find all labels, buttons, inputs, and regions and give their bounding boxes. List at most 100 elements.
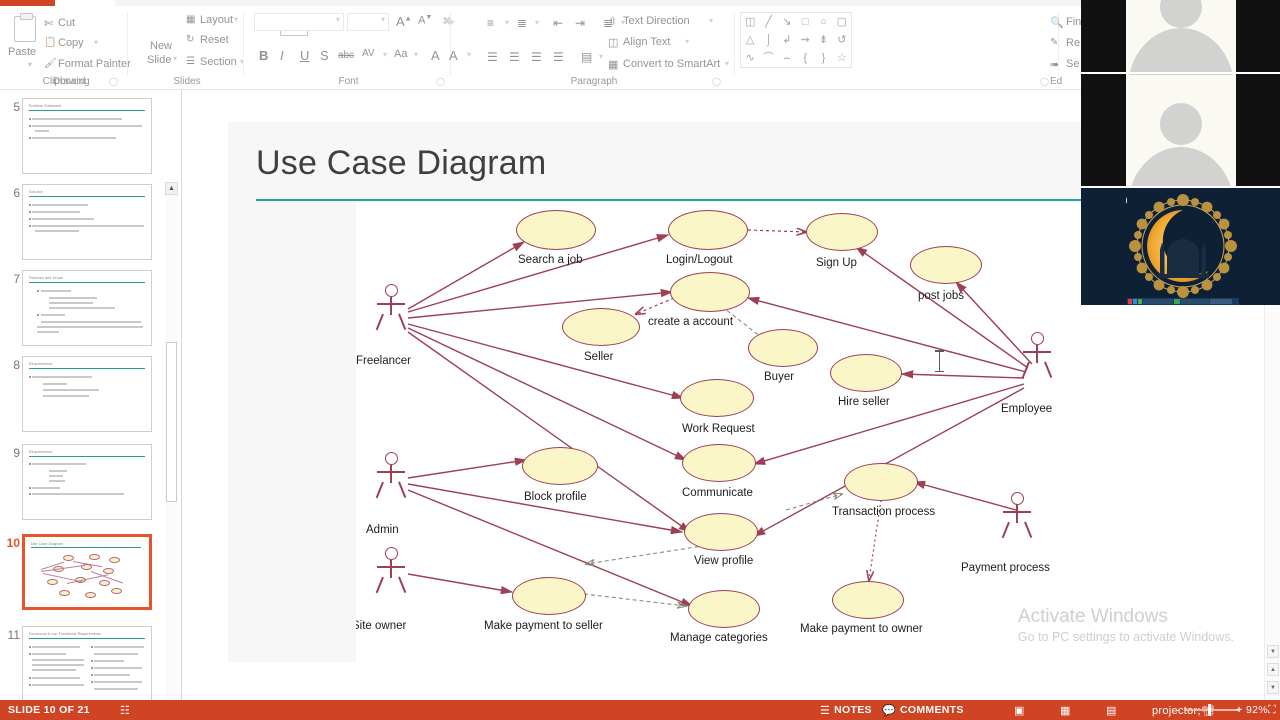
bullets-dropdown-icon[interactable]: ▾ bbox=[505, 18, 509, 27]
align-text-icon[interactable]: ◫ bbox=[608, 36, 618, 49]
next-slide-button[interactable]: ▼ bbox=[1267, 681, 1279, 694]
use-case-view-profile[interactable] bbox=[684, 513, 758, 551]
notes-button[interactable]: ☰ NOTES bbox=[820, 700, 872, 720]
shape-down-arrow-icon[interactable]: ⇟ bbox=[814, 31, 832, 49]
font-size-combo[interactable] bbox=[347, 13, 389, 31]
shape-right-arrow-icon[interactable]: ⇝ bbox=[796, 31, 814, 49]
align-text-dropdown-icon[interactable]: ▾ bbox=[685, 37, 689, 46]
actor-employee[interactable] bbox=[1020, 332, 1054, 382]
layout-dropdown-icon[interactable]: ▾ bbox=[234, 15, 238, 24]
shape-line-icon[interactable]: ╱ bbox=[759, 13, 777, 31]
text-direction-icon[interactable]: ⇳ bbox=[608, 15, 617, 28]
convert-smartart-dropdown-icon[interactable]: ▾ bbox=[725, 59, 729, 68]
character-spacing-dropdown-icon[interactable]: ▾ bbox=[383, 50, 387, 59]
reset-icon[interactable]: ↻ bbox=[186, 34, 194, 45]
use-case-hire-seller[interactable] bbox=[830, 354, 902, 392]
video-tile-1[interactable] bbox=[1081, 0, 1280, 75]
actor-payment-process[interactable] bbox=[1000, 492, 1034, 542]
previous-slide-button[interactable]: ▲ bbox=[1267, 663, 1279, 676]
thumbnail-scroll-up-button[interactable]: ▲ bbox=[165, 182, 178, 195]
font-color-swatch-icon[interactable]: A bbox=[449, 48, 458, 63]
copy-button[interactable]: Copy bbox=[58, 37, 84, 49]
layout-button[interactable]: Layout bbox=[200, 14, 233, 26]
use-case-make-payment-to-seller[interactable] bbox=[512, 577, 586, 615]
video-tile-2[interactable] bbox=[1081, 75, 1280, 188]
zoom-slider-handle[interactable] bbox=[1208, 704, 1211, 716]
section-button[interactable]: Section bbox=[200, 56, 237, 68]
select-button[interactable]: Se bbox=[1066, 58, 1079, 70]
text-direction-dropdown-icon[interactable]: ▾ bbox=[709, 16, 713, 25]
video-tile-3[interactable]: ☾ bbox=[1081, 188, 1280, 305]
slide-scroll-down-button[interactable]: ▼ bbox=[1267, 645, 1279, 658]
view-normal-button[interactable]: ▣ bbox=[1014, 700, 1025, 720]
shape-rectangle-icon[interactable]: □ bbox=[796, 13, 814, 31]
shape-textbox-icon[interactable]: ◫ bbox=[741, 13, 759, 31]
copy-dropdown-icon[interactable]: ▾ bbox=[94, 38, 98, 47]
cut-icon[interactable]: ✄ bbox=[44, 17, 53, 30]
numbering-button[interactable]: ≣ bbox=[517, 16, 527, 30]
align-center-button[interactable]: ☰ bbox=[509, 50, 520, 64]
shape-triangle-icon[interactable]: △ bbox=[741, 31, 759, 49]
actor-admin[interactable] bbox=[374, 452, 408, 502]
use-case-login-logout[interactable] bbox=[668, 210, 748, 250]
increase-indent-button[interactable]: ⇥ bbox=[575, 16, 585, 30]
use-case-manage-categories[interactable] bbox=[688, 590, 760, 628]
shape-curved-arrow-icon[interactable]: ↺ bbox=[833, 31, 851, 49]
replace-button[interactable]: Re bbox=[1066, 37, 1080, 49]
change-case-button[interactable]: Aa bbox=[394, 48, 407, 60]
shrink-font-button[interactable]: A▼ bbox=[418, 14, 432, 27]
shape-right-brace-icon[interactable]: } bbox=[814, 49, 832, 67]
use-case-seller[interactable] bbox=[562, 308, 640, 346]
paste-dropdown-icon[interactable]: ▾ bbox=[28, 60, 32, 69]
decrease-indent-button[interactable]: ⇤ bbox=[553, 16, 563, 30]
font-color-dropdown-icon[interactable]: ▾ bbox=[467, 50, 471, 59]
thumbnail-pane-scrollbar[interactable]: ▲ ▼ bbox=[165, 182, 178, 700]
new-slide-button[interactable]: New bbox=[150, 40, 172, 52]
shape-elbow-icon[interactable]: ⌡ bbox=[759, 31, 777, 49]
shape-left-brace-icon[interactable]: { bbox=[796, 49, 814, 67]
use-case-work-request[interactable] bbox=[680, 379, 754, 417]
underline-button[interactable]: U bbox=[300, 48, 309, 63]
shape-scribble-icon[interactable]: ∿ bbox=[741, 49, 759, 67]
use-case-buyer[interactable] bbox=[748, 329, 818, 367]
page-title[interactable]: Use Case Diagram bbox=[256, 144, 546, 183]
align-right-button[interactable]: ☰ bbox=[531, 50, 542, 64]
thumbnail-scrollbar-thumb[interactable] bbox=[166, 342, 177, 502]
highlight-icon[interactable]: ✦ bbox=[447, 16, 456, 29]
text-shadow-button[interactable]: S bbox=[320, 48, 329, 63]
layout-icon[interactable]: ▦ bbox=[186, 14, 195, 25]
shape-elbow-arrow-icon[interactable]: ↲ bbox=[778, 31, 796, 49]
view-reading-button[interactable]: ▤ bbox=[1106, 700, 1117, 720]
convert-to-smartart-icon[interactable]: ▦ bbox=[608, 58, 618, 71]
columns-button[interactable]: ▤ bbox=[581, 50, 592, 64]
character-spacing-button[interactable]: AV bbox=[362, 48, 375, 59]
shape-star-icon[interactable]: ☆ bbox=[833, 49, 851, 67]
paragraph-dialog-launcher[interactable]: ◯ bbox=[712, 77, 721, 86]
new-slide-button-2[interactable]: Slide bbox=[147, 54, 171, 66]
copy-icon[interactable]: 📋 bbox=[44, 37, 56, 48]
numbering-dropdown-icon[interactable]: ▾ bbox=[535, 18, 539, 27]
replace-icon[interactable]: ✎ bbox=[1050, 37, 1058, 48]
use-case-block-profile[interactable] bbox=[522, 447, 598, 485]
shape-oval-icon[interactable]: ○ bbox=[814, 13, 832, 31]
use-case-sign-up[interactable] bbox=[806, 213, 878, 251]
select-icon[interactable]: ➠ bbox=[1050, 58, 1059, 71]
new-slide-dropdown-icon[interactable]: ▾ bbox=[173, 54, 177, 63]
strikethrough-button[interactable]: abc bbox=[338, 50, 354, 61]
shape-rounded-rect-icon[interactable]: ▢ bbox=[833, 13, 851, 31]
font-name-combo[interactable] bbox=[254, 13, 344, 31]
use-case-transaction-process[interactable] bbox=[844, 463, 918, 501]
align-text-button[interactable]: Align Text bbox=[623, 36, 671, 48]
section-icon[interactable]: ☰ bbox=[186, 56, 195, 67]
view-slide-sorter-button[interactable]: ▦ bbox=[1060, 700, 1071, 720]
zoom-out-button[interactable]: - bbox=[1176, 700, 1180, 720]
bullets-button[interactable]: ≡ bbox=[487, 16, 494, 30]
shapes-gallery[interactable]: ◫ ╱ ↘ □ ○ ▢ △ ⌡ ↲ ⇝ ⇟ ↺ ∿ ⌒ ⌢ { } ☆ bbox=[740, 12, 852, 68]
paste-button[interactable]: Paste bbox=[8, 46, 36, 58]
columns-dropdown-icon[interactable]: ▾ bbox=[599, 52, 603, 61]
comments-button[interactable]: 💬 COMMENTS bbox=[882, 700, 964, 720]
justify-button[interactable]: ☰ bbox=[553, 50, 564, 64]
find-button[interactable]: Fin bbox=[1066, 16, 1081, 28]
format-painter-button[interactable]: Format Painter bbox=[58, 58, 131, 70]
grow-font-button[interactable]: A▲ bbox=[396, 14, 412, 29]
